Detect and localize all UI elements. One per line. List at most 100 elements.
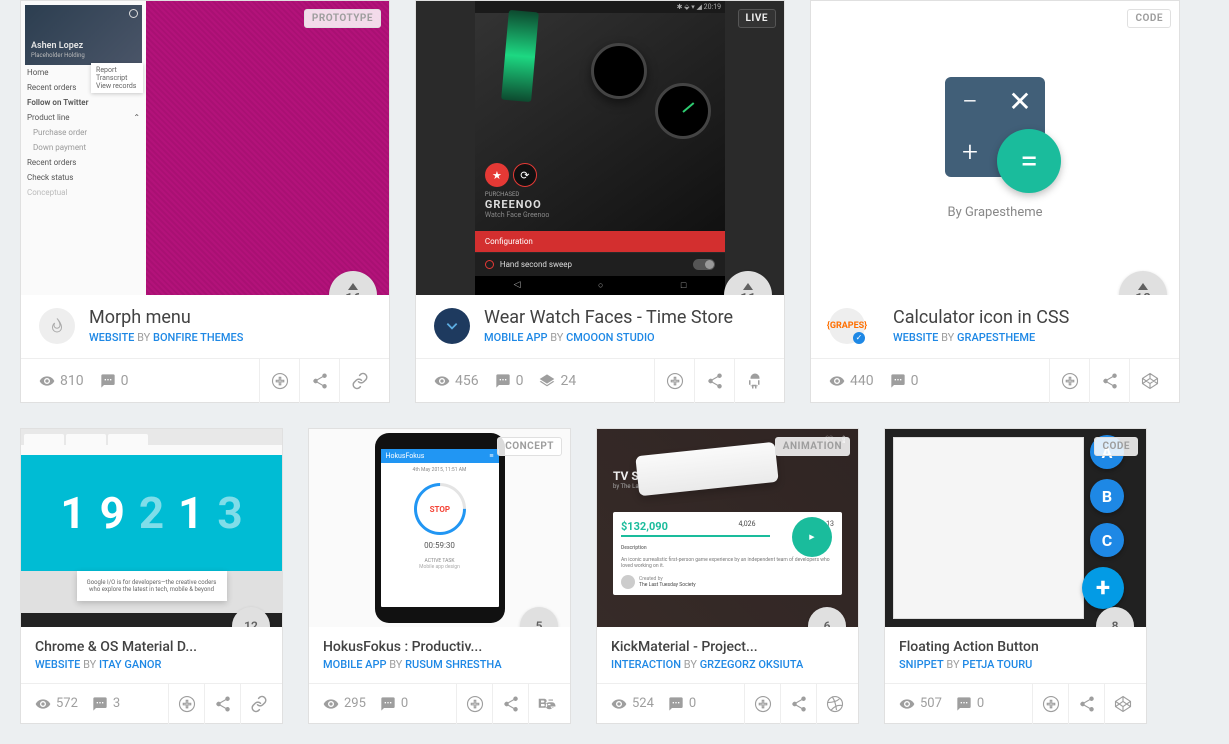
author-avatar[interactable]: [434, 308, 470, 344]
android-button[interactable]: [734, 359, 774, 403]
project-card[interactable]: ✱ ⬙ ▾ ◢ 20:19 ★⟳ PURCHASED GREENOO Watch…: [415, 0, 785, 403]
comment-icon: [890, 373, 906, 389]
add-button[interactable]: [654, 359, 694, 403]
plus-circle-icon: [271, 372, 289, 390]
byline: MOBILE APP BY RUSUM SHRESTHA: [323, 658, 556, 671]
behance-button[interactable]: [528, 684, 564, 724]
eye-icon: [434, 373, 450, 389]
project-title[interactable]: KickMaterial - Project...: [611, 639, 844, 655]
views-stat: 440: [829, 373, 874, 389]
share-icon: [1078, 695, 1096, 713]
comments-stat[interactable]: 0: [100, 373, 129, 389]
tag-badge: ANIMATION: [775, 437, 850, 456]
thumbnail[interactable]: ✱ ⬙ ▾ ◢ 20:19 ★⟳ PURCHASED GREENOO Watch…: [416, 1, 784, 295]
thumbnail[interactable]: 19213 Google I/O is for developers—the c…: [21, 429, 282, 627]
add-button[interactable]: [456, 684, 492, 724]
stack-icon: [539, 373, 555, 389]
byline: SNIPPET BY PETJA TOURU: [899, 658, 1132, 671]
project-title[interactable]: Calculator icon in CSS: [893, 307, 1161, 328]
plus-circle-icon: [1061, 372, 1079, 390]
views-stat: 524: [611, 696, 654, 712]
byline: INTERACTION BY GRZEGORZ OKSIUTA: [611, 658, 844, 671]
project-title[interactable]: Chrome & OS Material D...: [35, 639, 268, 655]
byline: WEBSITE BY BONFIRE THEMES: [89, 331, 371, 344]
project-title[interactable]: HokusFokus : Productiv...: [323, 639, 556, 655]
comment-icon: [380, 696, 396, 712]
eye-icon: [829, 373, 845, 389]
add-button[interactable]: [168, 684, 204, 724]
views-stat: 810: [39, 373, 84, 389]
tag-badge: CONCEPT: [497, 437, 562, 456]
link-icon: [250, 695, 268, 713]
comment-icon: [956, 696, 972, 712]
thumbnail[interactable]: ♡⇪ TV Stick for Episodes by The Last Tue…: [597, 429, 858, 627]
project-grid: Ashen Lopez Placeholder Holding Report T…: [0, 0, 1229, 744]
share-button[interactable]: [780, 684, 816, 724]
eye-icon: [39, 373, 55, 389]
android-icon: [746, 372, 764, 390]
eye-icon: [899, 696, 915, 712]
views-stat: 456: [434, 373, 479, 389]
codepen-icon: [1114, 695, 1132, 713]
byline: MOBILE APP BY CMOOON STUDIO: [484, 331, 766, 344]
project-card[interactable]: 19213 Google I/O is for developers—the c…: [20, 428, 283, 724]
comments-stat[interactable]: 0: [890, 373, 919, 389]
author-avatar[interactable]: [39, 308, 75, 344]
tag-badge: CODE: [1094, 437, 1138, 456]
share-button[interactable]: [492, 684, 528, 724]
add-button[interactable]: [744, 684, 780, 724]
share-button[interactable]: [1089, 359, 1129, 403]
behance-icon: [538, 695, 556, 713]
verified-icon: ✓: [853, 332, 865, 344]
share-button[interactable]: [204, 684, 240, 724]
plus-circle-icon: [178, 695, 196, 713]
project-title[interactable]: Floating Action Button: [899, 639, 1132, 655]
byline: WEBSITE BY ITAY GANOR: [35, 658, 268, 671]
share-icon: [1101, 372, 1119, 390]
comments-stat[interactable]: 0: [380, 696, 408, 712]
plus-circle-icon: [754, 695, 772, 713]
project-card[interactable]: Ashen Lopez Placeholder Holding Report T…: [20, 0, 390, 403]
comment-icon: [92, 696, 108, 712]
tag-badge: CODE: [1127, 9, 1171, 28]
share-icon: [706, 372, 724, 390]
eye-icon: [323, 696, 339, 712]
plus-circle-icon: [1042, 695, 1060, 713]
project-card[interactable]: −✕+ = By Grapestheme CODE 10 {GRAPES} ✓ …: [810, 0, 1180, 403]
share-button[interactable]: [299, 359, 339, 403]
share-button[interactable]: [1068, 684, 1104, 724]
comments-stat[interactable]: 0: [668, 696, 696, 712]
link-button[interactable]: [240, 684, 276, 724]
codepen-button[interactable]: [1129, 359, 1169, 403]
share-button[interactable]: [694, 359, 734, 403]
collections-stat: 24: [539, 373, 576, 389]
project-card[interactable]: A B C + CODE 8 Floating Action Button SN…: [884, 428, 1147, 724]
add-button[interactable]: [259, 359, 299, 403]
thumbnail[interactable]: HokusFokus≡ 4th May 2015, 11:51 AM STOP …: [309, 429, 570, 627]
codepen-button[interactable]: [1104, 684, 1140, 724]
thumbnail[interactable]: Ashen Lopez Placeholder Holding Report T…: [21, 1, 389, 295]
plus-circle-icon: [666, 372, 684, 390]
add-button[interactable]: [1032, 684, 1068, 724]
add-button[interactable]: [1049, 359, 1089, 403]
comments-stat[interactable]: 0: [956, 696, 984, 712]
link-icon: [351, 372, 369, 390]
project-title[interactable]: Morph menu: [89, 307, 371, 328]
link-button[interactable]: [339, 359, 379, 403]
comment-icon: [668, 696, 684, 712]
eye-icon: [611, 696, 627, 712]
project-card[interactable]: ♡⇪ TV Stick for Episodes by The Last Tue…: [596, 428, 859, 724]
comments-stat[interactable]: 0: [495, 373, 524, 389]
thumbnail[interactable]: −✕+ = By Grapestheme CODE 10: [811, 1, 1179, 295]
byline: WEBSITE BY GRAPESTHEME: [893, 331, 1161, 344]
comment-icon: [100, 373, 116, 389]
project-card[interactable]: HokusFokus≡ 4th May 2015, 11:51 AM STOP …: [308, 428, 571, 724]
views-stat: 295: [323, 696, 366, 712]
comments-stat[interactable]: 3: [92, 696, 120, 712]
share-icon: [502, 695, 520, 713]
dribbble-button[interactable]: [816, 684, 852, 724]
views-stat: 572: [35, 696, 78, 712]
project-title[interactable]: Wear Watch Faces - Time Store: [484, 307, 766, 328]
thumbnail[interactable]: A B C + CODE 8: [885, 429, 1146, 627]
upvote-button[interactable]: 11: [724, 271, 772, 295]
